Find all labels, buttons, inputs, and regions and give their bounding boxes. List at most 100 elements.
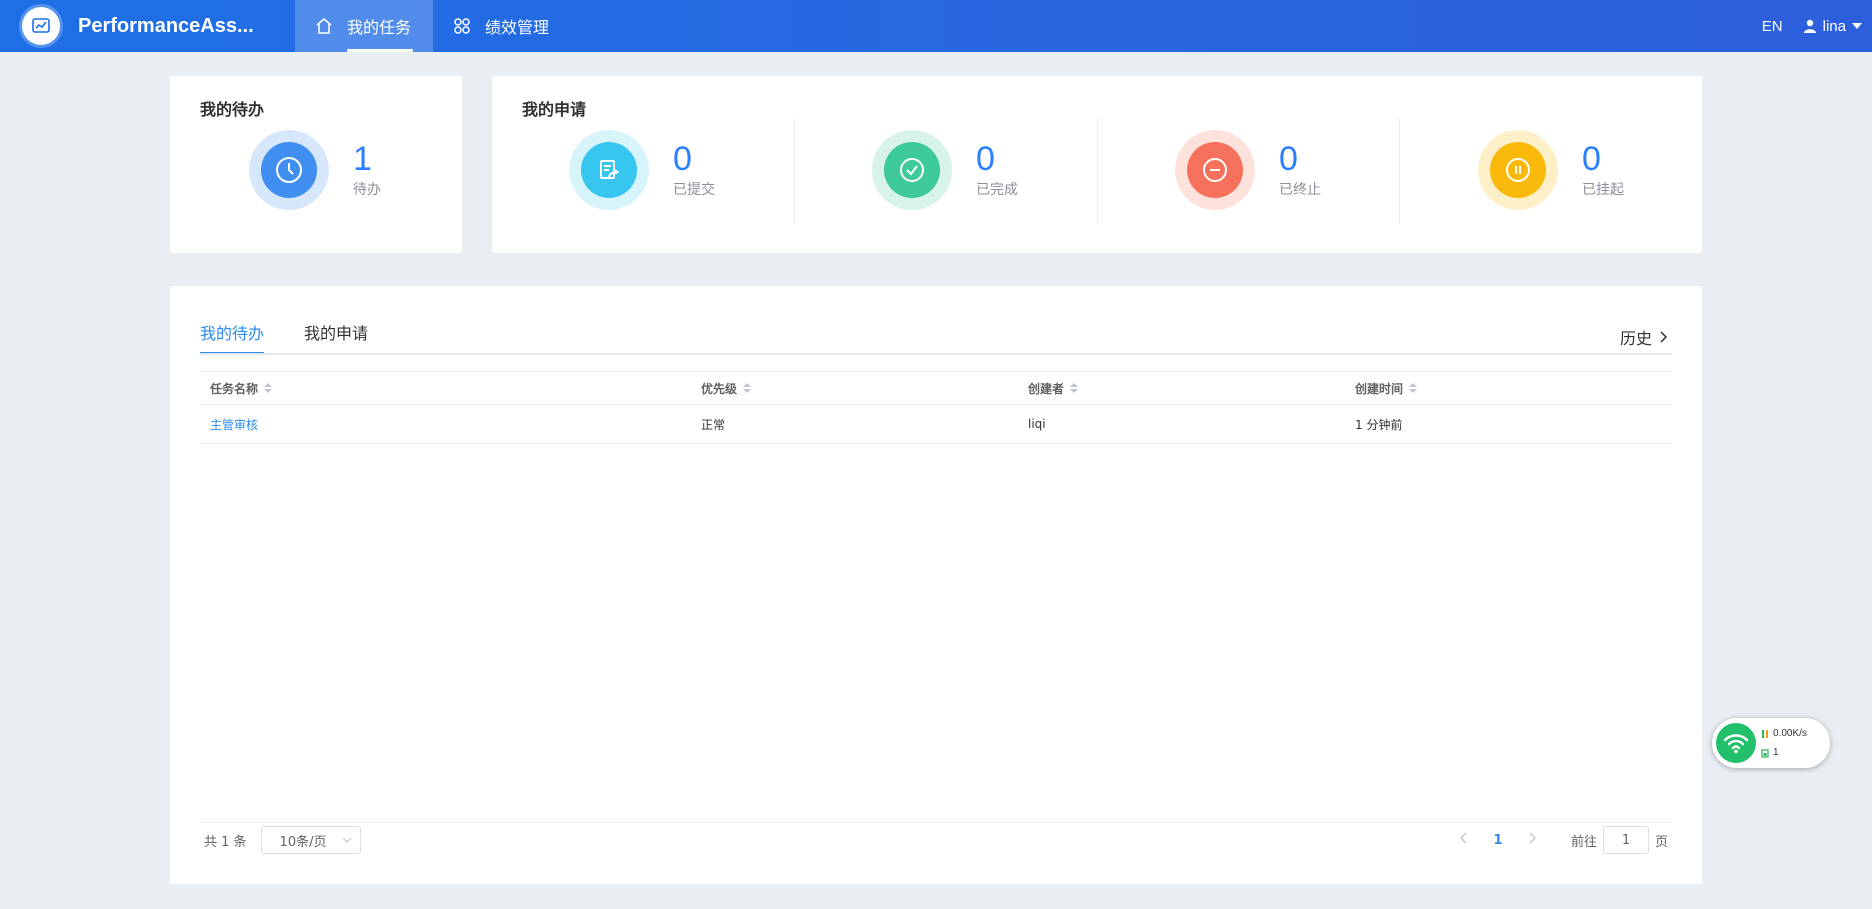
sort-icon[interactable] bbox=[743, 383, 752, 393]
col-created-time-label: 创建时间 bbox=[1355, 381, 1404, 396]
page-size-select[interactable]: 10条/页 bbox=[260, 826, 361, 854]
stat-suspended[interactable]: 0 已挂起 bbox=[1478, 130, 1624, 210]
submitted-label: 已提交 bbox=[673, 182, 715, 198]
suspended-label: 已挂起 bbox=[1582, 182, 1624, 198]
task-name-link[interactable]: 主管审核 bbox=[210, 416, 258, 433]
col-creator[interactable]: 创建者 bbox=[1018, 380, 1345, 397]
suspended-count: 0 bbox=[1582, 140, 1601, 178]
sort-icon[interactable] bbox=[264, 383, 273, 393]
terminated-text: 0 已终止 bbox=[1279, 141, 1321, 199]
total-count: 共 1 条 bbox=[204, 834, 247, 850]
stat-divider bbox=[794, 118, 795, 224]
clock-icon bbox=[261, 142, 317, 198]
language-switch[interactable]: EN bbox=[1762, 18, 1783, 35]
table-row: 主管审核 正常 liqi 1 分钟前 bbox=[200, 405, 1672, 444]
stat-submitted[interactable]: 0 已提交 bbox=[569, 130, 715, 210]
submitted-count: 0 bbox=[673, 140, 692, 178]
pagination-right: 1 前往 页 bbox=[1449, 826, 1668, 854]
task-creator: liqi bbox=[1028, 417, 1046, 431]
goto-label: 前往 bbox=[1570, 834, 1597, 850]
history-label: 历史 bbox=[1619, 329, 1652, 348]
chevron-right-icon bbox=[1529, 832, 1536, 844]
terminated-ring bbox=[1175, 130, 1255, 210]
task-tabs: 我的待办 我的申请 bbox=[200, 320, 408, 354]
pause-icon bbox=[1490, 142, 1546, 198]
network-speed-widget[interactable]: 0.00K/s 1 bbox=[1712, 718, 1830, 768]
nav-performance-management[interactable]: 绩效管理 bbox=[433, 0, 571, 52]
battery-icon bbox=[1761, 748, 1769, 758]
tabs-baseline bbox=[200, 353, 1672, 355]
next-page-button[interactable] bbox=[1517, 832, 1547, 848]
page-size-value: 10条/页 bbox=[279, 834, 327, 850]
sort-icon[interactable] bbox=[1070, 383, 1079, 393]
app-logo-icon bbox=[22, 7, 60, 45]
col-creator-label: 创建者 bbox=[1028, 381, 1065, 396]
nav-my-tasks[interactable]: 我的任务 bbox=[295, 0, 434, 52]
nav-my-tasks-label: 我的任务 bbox=[347, 14, 414, 52]
minus-icon bbox=[1187, 142, 1243, 198]
todo-stat-text: 1 待办 bbox=[353, 141, 381, 199]
table-header: 任务名称 优先级 创建者 创建时间 bbox=[200, 371, 1672, 405]
prev-page-button[interactable] bbox=[1449, 832, 1479, 848]
chevron-left-icon bbox=[1459, 832, 1467, 844]
suspended-text: 0 已挂起 bbox=[1582, 141, 1624, 199]
tab-my-applications[interactable]: 我的申请 bbox=[304, 320, 368, 354]
completed-text: 0 已完成 bbox=[976, 141, 1018, 199]
submitted-ring bbox=[569, 130, 649, 210]
page-number[interactable]: 1 bbox=[1479, 833, 1517, 848]
wifi-icon bbox=[1716, 723, 1756, 763]
suspended-ring bbox=[1478, 130, 1558, 210]
task-priority: 正常 bbox=[701, 417, 726, 432]
submitted-text: 0 已提交 bbox=[673, 141, 715, 199]
page-suffix: 页 bbox=[1654, 834, 1668, 850]
terminated-label: 已终止 bbox=[1279, 182, 1321, 198]
chevron-down-icon bbox=[342, 837, 351, 843]
pagination-divider bbox=[200, 822, 1672, 823]
completed-label: 已完成 bbox=[976, 182, 1018, 198]
user-icon bbox=[1803, 19, 1816, 33]
todo-card-title: 我的待办 bbox=[200, 100, 265, 119]
completed-count: 0 bbox=[976, 140, 995, 178]
todo-stat[interactable]: 1 待办 bbox=[249, 130, 381, 210]
header-right: EN lina bbox=[1762, 0, 1862, 52]
nav-performance-label: 绩效管理 bbox=[485, 18, 550, 37]
col-task-name-label: 任务名称 bbox=[210, 381, 259, 396]
completed-ring bbox=[872, 130, 952, 210]
stat-completed[interactable]: 0 已完成 bbox=[872, 130, 1018, 210]
history-link[interactable]: 历史 bbox=[1620, 325, 1670, 349]
submit-icon bbox=[581, 142, 637, 198]
sort-icon[interactable] bbox=[1409, 383, 1418, 393]
apply-card-title: 我的申请 bbox=[522, 100, 587, 119]
stat-terminated[interactable]: 0 已终止 bbox=[1175, 130, 1321, 210]
network-info: 0.00K/s 1 bbox=[1761, 724, 1807, 762]
task-created-time: 1 分钟前 bbox=[1355, 417, 1403, 432]
col-priority[interactable]: 优先级 bbox=[691, 380, 1018, 397]
grid-icon bbox=[454, 18, 470, 34]
user-name: lina bbox=[1822, 17, 1846, 35]
todo-label: 待办 bbox=[353, 182, 381, 198]
goto-page: 前往 页 bbox=[1571, 826, 1668, 854]
caret-down-icon bbox=[1852, 23, 1862, 29]
network-count: 1 bbox=[1773, 747, 1779, 758]
task-table: 任务名称 优先级 创建者 创建时间 主管审核 正常 liqi 1 分钟前 bbox=[200, 371, 1672, 444]
col-priority-label: 优先级 bbox=[701, 381, 738, 396]
todo-count: 1 bbox=[353, 140, 372, 178]
stat-divider bbox=[1399, 118, 1400, 224]
check-icon bbox=[884, 142, 940, 198]
stat-divider bbox=[1097, 118, 1098, 224]
app-logo-area[interactable]: PerformanceAss... bbox=[0, 0, 295, 52]
home-icon bbox=[316, 18, 332, 34]
app-title: PerformanceAss... bbox=[78, 14, 254, 37]
top-navbar: PerformanceAss... 我的任务 绩效管理 EN lina bbox=[0, 0, 1872, 52]
chevron-right-icon bbox=[1660, 331, 1668, 343]
main-nav: 我的任务 绩效管理 bbox=[295, 0, 571, 52]
user-menu[interactable]: lina bbox=[1803, 18, 1862, 35]
pagination-left: 共 1 条 10条/页 bbox=[204, 826, 361, 854]
network-speed: 0.00K/s bbox=[1773, 728, 1807, 739]
terminated-count: 0 bbox=[1279, 140, 1298, 178]
col-task-name[interactable]: 任务名称 bbox=[200, 380, 691, 397]
col-created-time[interactable]: 创建时间 bbox=[1345, 380, 1672, 397]
todo-stat-ring bbox=[249, 130, 329, 210]
tab-my-todo[interactable]: 我的待办 bbox=[200, 320, 265, 354]
goto-page-input[interactable] bbox=[1602, 826, 1649, 854]
